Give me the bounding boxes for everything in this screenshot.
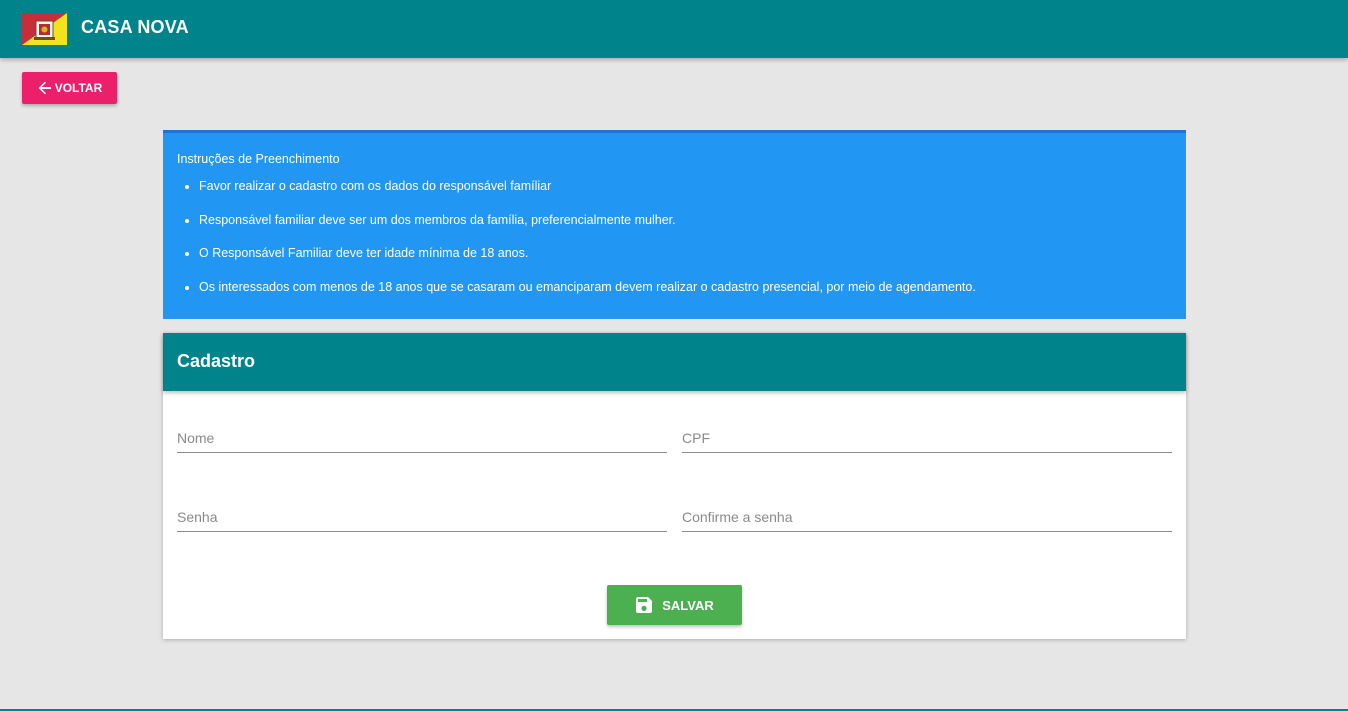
card-title: Cadastro: [177, 351, 256, 371]
top-app-bar: CASA NOVA: [0, 0, 1348, 58]
instruction-item: O Responsável Familiar deve ter idade mí…: [199, 243, 976, 277]
arrow-left-icon: [38, 81, 51, 95]
app-brand-title: CASA NOVA: [81, 17, 189, 37]
city-flag-icon: [22, 13, 67, 45]
card-header: Cadastro: [163, 333, 1186, 391]
back-button-label: VOLTAR: [54, 81, 103, 95]
confirm-password-input[interactable]: [682, 502, 1172, 532]
back-button[interactable]: VOLTAR: [22, 72, 117, 104]
registration-card: Cadastro SALVAR: [163, 333, 1186, 639]
instructions-list: Favor realizar o cadastro com os dados d…: [177, 176, 976, 310]
instructions-panel: Instruções de Preenchimento Favor realiz…: [163, 130, 1186, 319]
name-input[interactable]: [177, 423, 667, 453]
password-input[interactable]: [177, 502, 667, 532]
instructions-title: Instruções de Preenchimento: [177, 152, 340, 166]
save-button-label: SALVAR: [662, 597, 714, 613]
save-button[interactable]: SALVAR: [607, 585, 742, 625]
instruction-item: Os interessados com menos de 18 anos que…: [199, 277, 976, 311]
instruction-item: Responsável familiar deve ser um dos mem…: [199, 210, 976, 244]
floppy-disk-icon: [636, 597, 653, 613]
cpf-input[interactable]: [682, 423, 1172, 453]
instruction-item: Favor realizar o cadastro com os dados d…: [199, 176, 976, 210]
